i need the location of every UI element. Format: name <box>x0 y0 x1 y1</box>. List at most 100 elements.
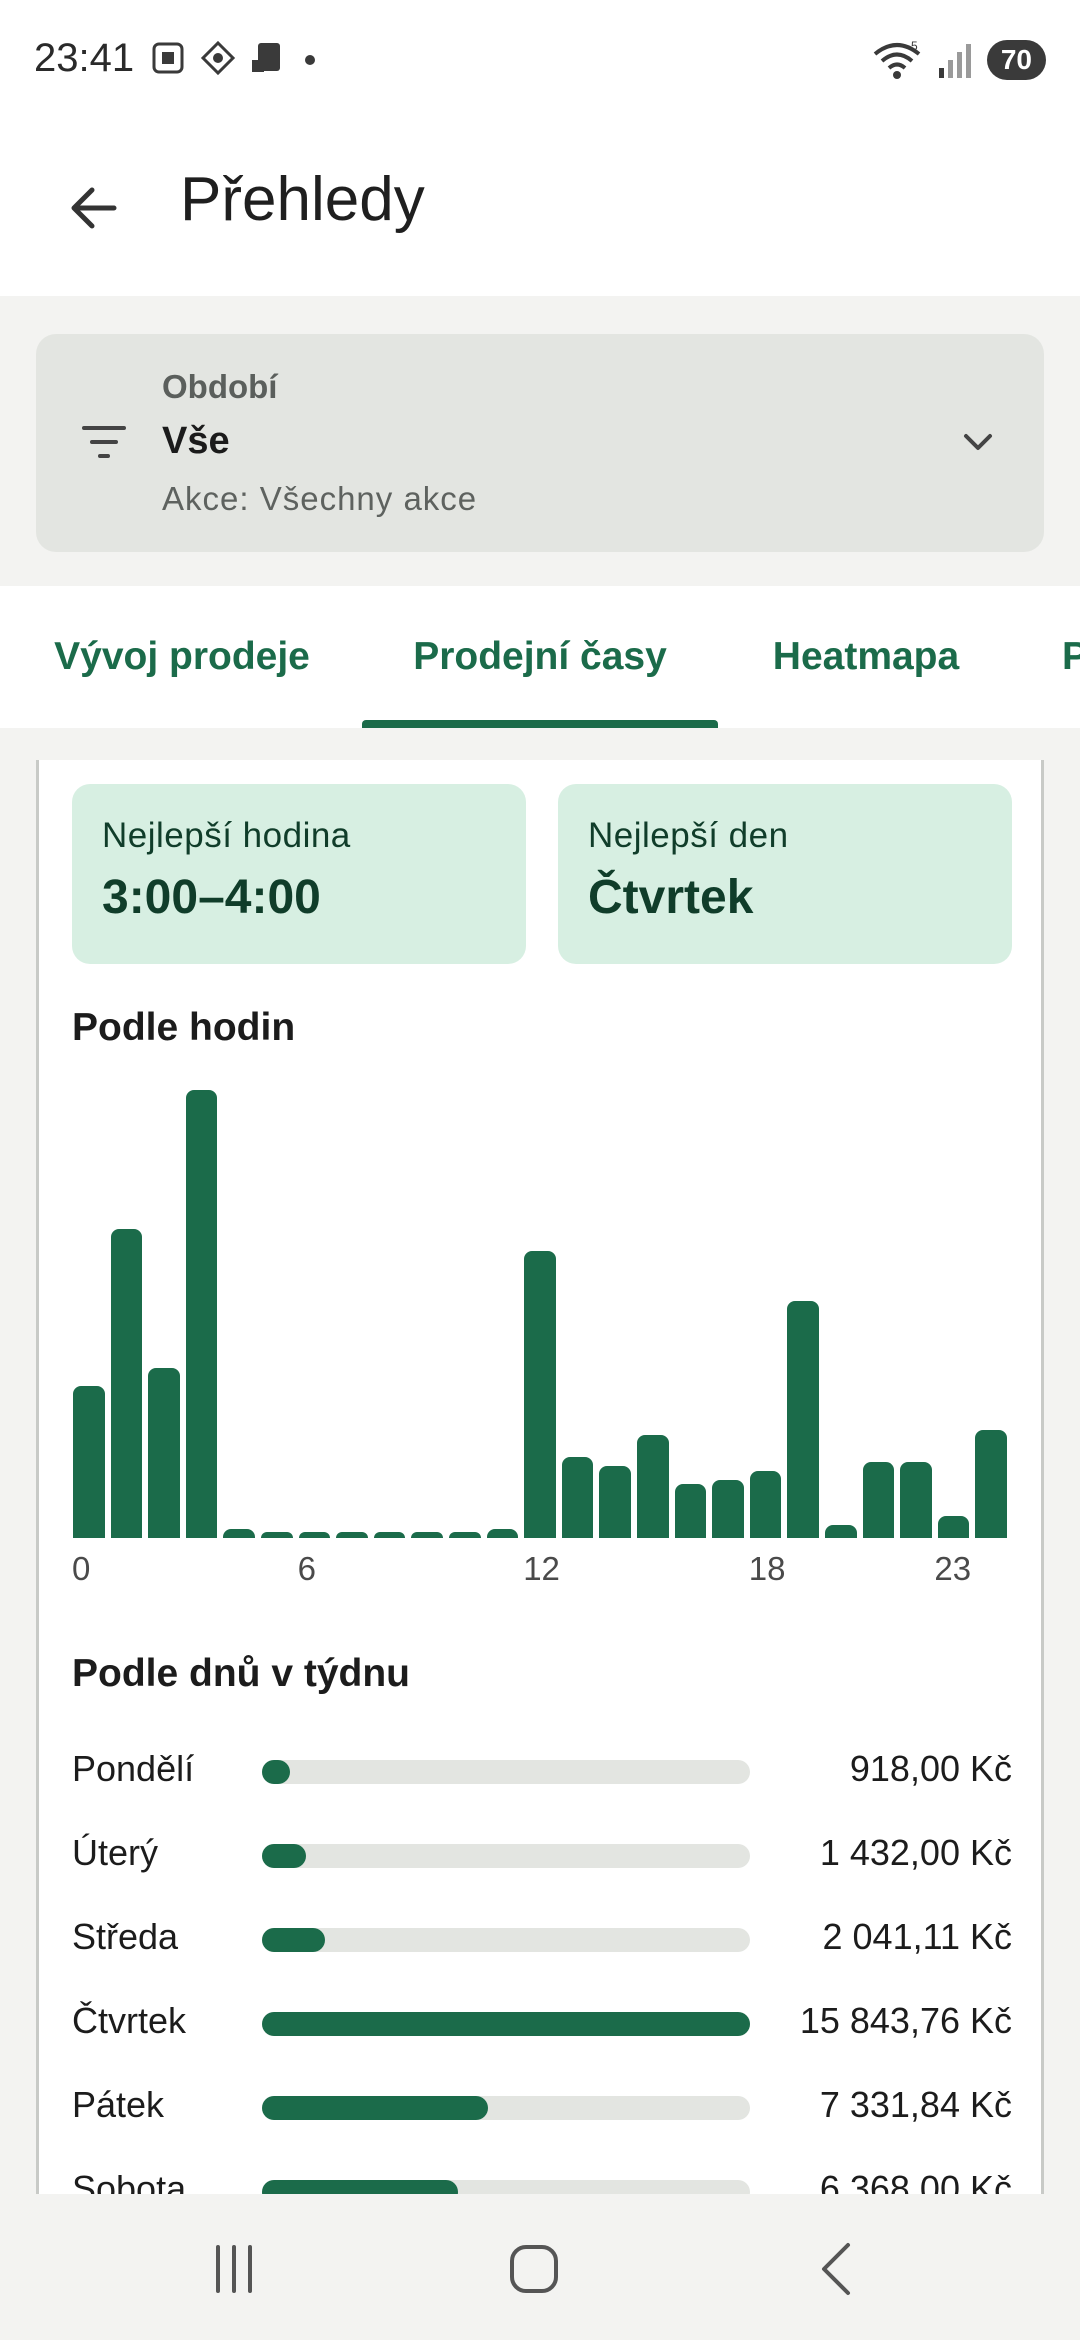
phone-case-icon <box>252 43 280 72</box>
days-section-title: Podle dnů v týdnu <box>72 1652 410 1695</box>
weekday-value: 918,00 Kč <box>849 1748 1012 1789</box>
hour-bar <box>110 1228 143 1538</box>
weekday-progress-track <box>262 1928 750 1952</box>
filter-label: Období <box>162 368 278 405</box>
hour-bar <box>261 1532 293 1538</box>
hour-bar <box>524 1251 556 1538</box>
nav-back-button[interactable] <box>778 2224 898 2314</box>
back-button[interactable] <box>52 166 136 250</box>
hour-bar-chart: 0 6 12 18 23 <box>72 1090 1012 1587</box>
weekday-row: Pondělí 918,00 Kč <box>72 1740 1012 1800</box>
svg-text:5: 5 <box>911 40 918 53</box>
hour-bar <box>148 1367 180 1538</box>
weekday-progress-fill <box>262 1760 291 1784</box>
best-day-card: Nejlepší den Čtvrtek <box>558 784 1012 964</box>
status-icons-right: 5 70 <box>871 40 1046 80</box>
recent-apps-icon <box>216 2245 252 2293</box>
weekday-progress-track <box>262 2180 750 2194</box>
hour-bar <box>373 1532 406 1538</box>
weekday-value: 15 843,76 Kč <box>799 2000 1012 2041</box>
weekday-row: Pátek 7 331,84 Kč <box>72 2076 1012 2136</box>
weekday-label: Pátek <box>72 2084 165 2125</box>
weekday-progress-fill <box>262 2096 488 2120</box>
weekday-label: Úterý <box>72 1832 159 1873</box>
weekday-label: Pondělí <box>72 1748 195 1789</box>
hour-bar <box>674 1484 707 1538</box>
tab-more[interactable]: P <box>1062 586 1080 728</box>
hour-bar <box>787 1300 819 1538</box>
home-icon <box>510 2245 558 2293</box>
hour-bar <box>411 1532 443 1538</box>
notification-dot-icon <box>305 55 315 65</box>
signal-icon <box>938 44 971 78</box>
tab-sales-times[interactable]: Prodejní časy <box>362 586 718 728</box>
wifi-icon: 5 <box>873 40 921 79</box>
weekday-progress-track <box>262 1844 750 1868</box>
hour-bar <box>298 1532 331 1538</box>
home-button[interactable] <box>474 2224 594 2314</box>
weekday-label: Čtvrtek <box>72 2000 187 2041</box>
hour-bar <box>825 1524 857 1538</box>
weekday-progress-fill <box>262 1928 325 1952</box>
hour-bar <box>185 1090 218 1538</box>
filter-area: Období Vše Akce: Všechny akce <box>0 296 1080 586</box>
tab-label: P <box>1062 635 1080 678</box>
screenshot-icon <box>152 42 184 74</box>
tab-sales-trend[interactable]: Vývoj prodeje <box>22 586 342 728</box>
weekday-label: Sobota <box>72 2168 187 2194</box>
hours-section-title: Podle hodin <box>72 1006 296 1049</box>
best-hour-card: Nejlepší hodina 3:00–4:00 <box>72 784 526 964</box>
weekday-progress-track <box>262 2012 750 2036</box>
weekday-value: 1 432,00 Kč <box>819 1832 1012 1873</box>
hour-bar <box>900 1461 932 1538</box>
x-tick-label: 23 <box>934 1550 972 1587</box>
hour-bar <box>749 1470 782 1538</box>
filter-value: Vše <box>162 420 230 462</box>
tab-heatmap[interactable]: Heatmapa <box>738 586 994 728</box>
x-tick-label: 18 <box>748 1550 786 1587</box>
tab-label: Prodejní časy <box>413 635 667 678</box>
recent-apps-button[interactable] <box>174 2224 294 2314</box>
status-icons-left <box>150 40 320 76</box>
content-card: Nejlepší hodina 3:00–4:00 Nejlepší den Č… <box>36 760 1044 2194</box>
period-filter[interactable]: Období Vše Akce: Všechny akce <box>36 334 1044 552</box>
x-tick-label: 12 <box>523 1550 560 1587</box>
weekday-row: Čtvrtek 15 843,76 Kč <box>72 1992 1012 2052</box>
hour-bar <box>937 1515 970 1538</box>
page-title: Přehledy <box>180 165 425 234</box>
best-day-label: Nejlepší den <box>588 816 789 855</box>
weekday-label: Středa <box>72 1916 179 1957</box>
best-day-value: Čtvrtek <box>588 871 754 924</box>
battery-indicator: 70 <box>986 40 1046 80</box>
tab-label: Heatmapa <box>772 635 960 678</box>
hour-bar <box>336 1532 368 1538</box>
tab-label: Vývoj prodeje <box>54 635 310 678</box>
status-bar: 23:41 5 70 <box>0 0 1080 120</box>
x-tick-label: 0 <box>72 1550 91 1587</box>
hour-bar <box>975 1430 1007 1538</box>
hour-bar <box>486 1529 519 1538</box>
weekday-value: 2 041,11 Kč <box>822 1916 1012 1957</box>
weekday-value: 6 368,00 Kč <box>819 2168 1012 2194</box>
hour-bar <box>73 1385 105 1538</box>
hour-bar <box>637 1434 669 1538</box>
hour-bar <box>599 1466 631 1538</box>
hour-bar <box>712 1479 744 1538</box>
hour-bar <box>561 1457 594 1538</box>
weekday-value: 7 331,84 Kč <box>819 2084 1012 2125</box>
active-tab-indicator <box>362 720 718 728</box>
app-bar: Přehledy <box>0 120 1080 296</box>
best-hour-label: Nejlepší hodina <box>102 816 351 855</box>
arrow-back-icon <box>71 187 117 229</box>
system-nav-bar <box>0 2194 1080 2340</box>
x-tick-label: 6 <box>297 1550 316 1587</box>
weekday-row: Středa 2 041,11 Kč <box>72 1908 1012 1968</box>
nfc-icon <box>200 40 236 76</box>
weekday-progress-track <box>262 2096 750 2120</box>
best-hour-value: 3:00–4:00 <box>102 871 321 924</box>
chevron-down-icon <box>964 434 992 450</box>
back-icon <box>822 2243 850 2295</box>
weekday-progress-fill <box>262 2012 750 2036</box>
status-time: 23:41 <box>34 36 135 80</box>
filter-icon <box>82 426 126 458</box>
